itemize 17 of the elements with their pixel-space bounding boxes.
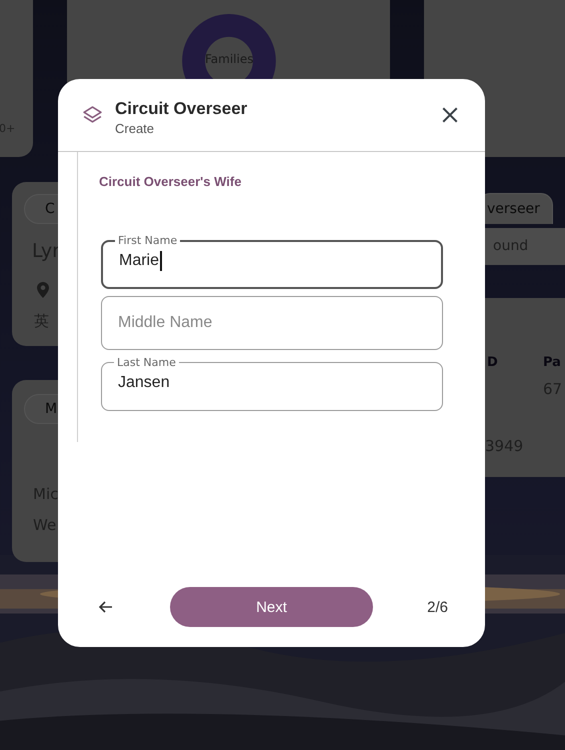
back-button[interactable]	[98, 599, 114, 615]
step-counter: 2/6	[427, 598, 448, 616]
dialog-subtitle: Create	[115, 121, 156, 136]
column-header: D	[487, 355, 498, 370]
close-icon	[441, 106, 459, 124]
field-label: Last Name	[116, 357, 177, 368]
close-button[interactable]	[441, 106, 459, 124]
back-arrow-icon	[98, 599, 114, 615]
location-pin-icon	[37, 282, 49, 298]
column-header: Pa	[543, 355, 561, 370]
field-label: First Name	[117, 235, 178, 246]
next-button[interactable]: Next	[170, 587, 373, 627]
input-field[interactable]: Middle Name	[101, 296, 443, 350]
input-field[interactable]: First Name Marie	[101, 235, 443, 289]
section-title: Circuit Overseer's Wife	[99, 174, 242, 189]
dialog-title: Circuit Overseer	[115, 98, 248, 120]
input-field[interactable]: Last Name Jansen	[101, 357, 443, 411]
